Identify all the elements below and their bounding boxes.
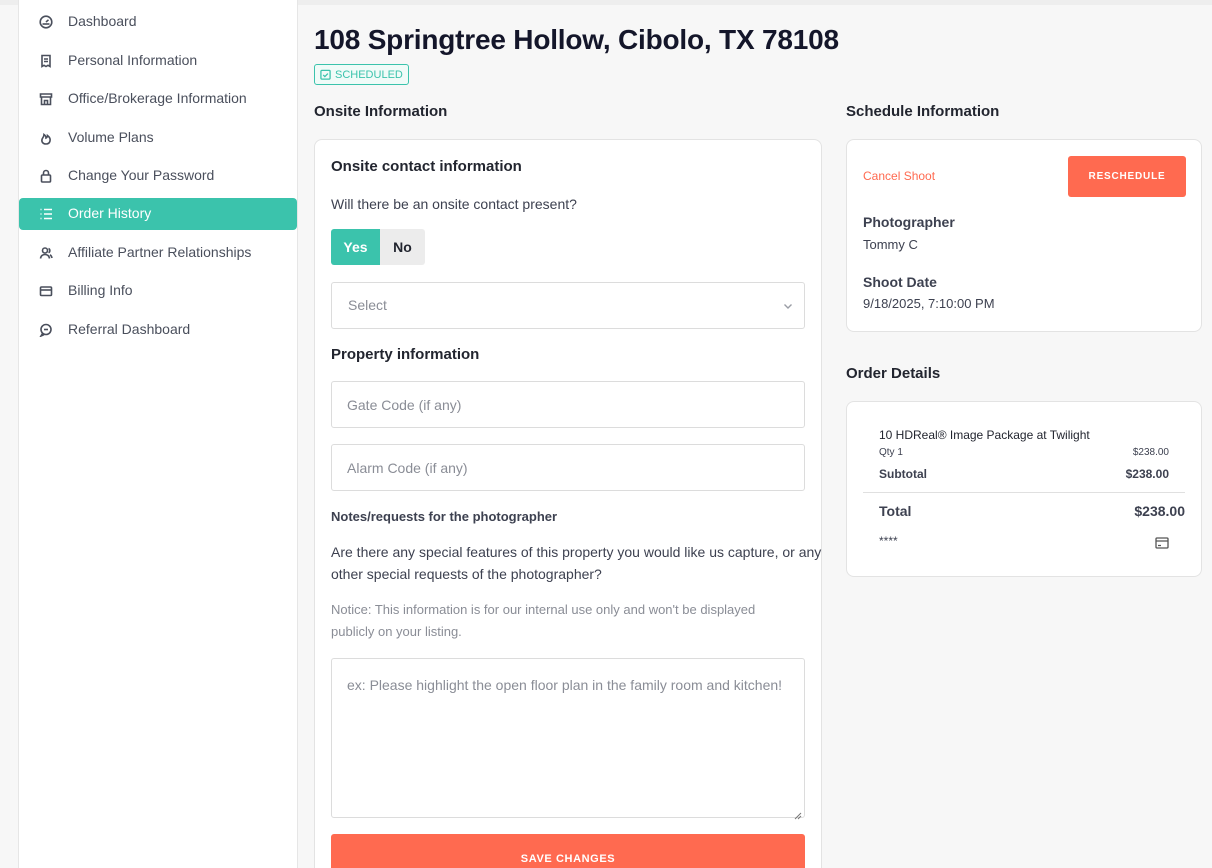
status-badge-label: SCHEDULED [335, 68, 403, 81]
gate-code-input[interactable]: Gate Code (if any) [331, 381, 805, 428]
shoot-date-label: Shoot Date [863, 274, 937, 290]
sidebar: Dashboard Personal Information Office/Br… [18, 0, 298, 868]
lock-icon [39, 169, 53, 183]
onsite-section-title: Onsite Information [314, 103, 448, 120]
order-item-qty: Qty 1 [879, 447, 903, 458]
chat-icon [39, 323, 53, 337]
sidebar-item-affiliate-partners[interactable]: Affiliate Partner Relationships [19, 237, 297, 269]
sidebar-item-label: Office/Brokerage Information [68, 90, 247, 106]
sidebar-item-label: Order History [68, 205, 152, 221]
building-icon [39, 92, 53, 106]
sidebar-item-change-password[interactable]: Change Your Password [19, 160, 297, 192]
sidebar-item-label: Personal Information [68, 52, 198, 68]
sidebar-item-order-history[interactable]: Order History [19, 198, 297, 230]
credit-card-icon [1155, 536, 1169, 549]
document-icon [39, 54, 53, 68]
notice-line2: publicly on your listing. [331, 624, 462, 639]
reschedule-button[interactable]: RESCHEDULE [1068, 156, 1186, 197]
page-title: 108 Springtree Hollow, Cibolo, TX 78108 [314, 24, 839, 55]
sidebar-item-label: Billing Info [68, 282, 133, 298]
sidebar-item-label: Referral Dashboard [68, 321, 191, 337]
calendar-check-icon [320, 69, 331, 80]
schedule-section-title: Schedule Information [846, 103, 1000, 120]
sidebar-item-label: Affiliate Partner Relationships [68, 244, 252, 260]
notes-question-line1: Are there any special features of this p… [331, 544, 822, 560]
alarm-code-placeholder: Alarm Code (if any) [347, 460, 468, 476]
sidebar-item-label: Change Your Password [68, 167, 215, 183]
shoot-date-value: 9/18/2025, 7:10:00 PM [863, 296, 995, 311]
divider [863, 492, 1185, 493]
subtotal-label: Subtotal [879, 467, 927, 481]
resize-handle-icon[interactable] [794, 807, 802, 820]
property-info-heading: Property information [331, 346, 480, 363]
total-value: $238.00 [1134, 503, 1185, 519]
sidebar-item-referral-dashboard[interactable]: Referral Dashboard [19, 314, 297, 346]
yes-button[interactable]: Yes [331, 229, 380, 265]
order-item-price: $238.00 [1132, 447, 1169, 458]
onsite-contact-select[interactable]: Select [331, 282, 805, 329]
gauge-icon [39, 15, 53, 29]
total-label: Total [879, 503, 912, 519]
sidebar-item-personal-information[interactable]: Personal Information [19, 45, 297, 77]
select-placeholder: Select [348, 297, 387, 313]
order-item-name: 10 HDReal® Image Package at Twilight [879, 428, 1090, 442]
onsite-contact-heading: Onsite contact information [331, 158, 522, 175]
sidebar-item-volume-plans[interactable]: Volume Plans [19, 122, 297, 154]
photographer-value: Tommy C [863, 237, 918, 252]
sidebar-item-label: Volume Plans [68, 129, 154, 145]
gate-code-placeholder: Gate Code (if any) [347, 397, 462, 413]
cancel-shoot-link[interactable]: Cancel Shoot [863, 169, 935, 183]
notes-textarea[interactable]: ex: Please highlight the open floor plan… [331, 658, 805, 820]
alarm-code-input[interactable]: Alarm Code (if any) [331, 444, 805, 491]
sidebar-item-office-brokerage[interactable]: Office/Brokerage Information [19, 83, 297, 115]
order-section-title: Order Details [846, 365, 941, 382]
order-details-card: 10 HDReal® Image Package at Twilight Qty… [846, 401, 1202, 577]
sidebar-item-billing-info[interactable]: Billing Info [19, 275, 297, 307]
card-mask: **** [879, 534, 898, 548]
photographer-label: Photographer [863, 214, 955, 230]
notice-line1: Notice: This information is for our inte… [331, 602, 756, 617]
sidebar-item-dashboard[interactable]: Dashboard [19, 6, 297, 38]
no-button[interactable]: No [380, 229, 425, 265]
chevron-down-icon [782, 299, 794, 311]
save-changes-button[interactable]: SAVE CHANGES [331, 834, 805, 868]
wallet-icon [39, 284, 53, 298]
notes-placeholder: ex: Please highlight the open floor plan… [347, 677, 783, 693]
notes-heading: Notes/requests for the photographer [331, 509, 558, 524]
onsite-contact-question: Will there be an onsite contact present? [331, 196, 577, 212]
users-icon [39, 246, 53, 260]
subtotal-value: $238.00 [1125, 467, 1169, 481]
flame-icon [39, 131, 53, 145]
schedule-card: Cancel Shoot RESCHEDULE Photographer Tom… [846, 139, 1202, 332]
onsite-card: Onsite contact information Will there be… [314, 139, 822, 868]
sidebar-item-label: Dashboard [68, 13, 137, 29]
notes-question-line2: other special requests of the photograph… [331, 566, 602, 582]
onsite-contact-toggle: Yes No [331, 229, 425, 265]
list-icon [39, 207, 53, 221]
status-badge: SCHEDULED [314, 64, 409, 85]
